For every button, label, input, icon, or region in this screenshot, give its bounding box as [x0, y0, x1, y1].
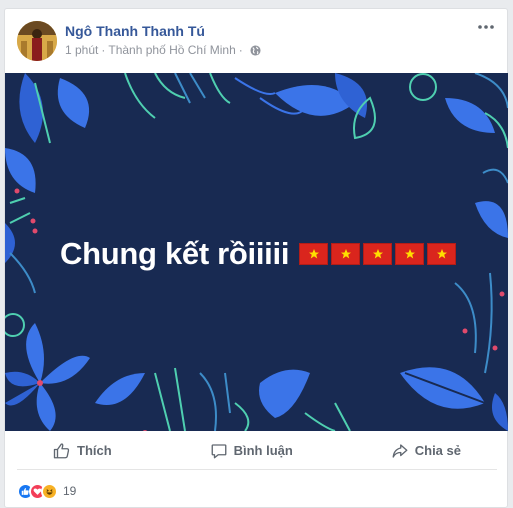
vietnam-flag-icon [395, 243, 425, 265]
reaction-count[interactable]: 19 [63, 484, 76, 498]
post-time[interactable]: 1 phút [65, 43, 98, 57]
post-header: Ngô Thanh Thanh Tú 1 phút · Thành phố Hồ… [5, 9, 507, 73]
post-meta: 1 phút · Thành phố Hồ Chí Minh · [65, 43, 261, 57]
comment-icon [211, 443, 227, 458]
vietnam-flag-icon [299, 243, 329, 265]
globe-icon[interactable] [250, 44, 261, 56]
thumbs-up-icon [53, 442, 70, 458]
vietnam-flag-icon [427, 243, 457, 265]
like-label: Thích [77, 443, 112, 458]
share-icon [392, 443, 408, 458]
share-label: Chia sẻ [414, 443, 461, 458]
reactions-summary[interactable]: 19 [17, 481, 76, 501]
banner-headline: Chung kết rồiiiii [60, 236, 459, 272]
share-button[interactable]: Chia sẻ [355, 435, 497, 467]
comment-button[interactable]: Bình luận [174, 435, 329, 467]
author-avatar[interactable] [17, 21, 57, 61]
banner-text: Chung kết rồiiiii [60, 236, 290, 271]
post-card: Ngô Thanh Thanh Tú 1 phút · Thành phố Hồ… [4, 8, 508, 508]
author-name[interactable]: Ngô Thanh Thanh Tú [65, 23, 205, 39]
meta-separator-2: · [238, 43, 243, 57]
post-location[interactable]: Thành phố Hồ Chí Minh [108, 43, 235, 57]
haha-icon [41, 482, 58, 500]
vietnam-flag-icon [331, 243, 361, 265]
vietnam-flags [299, 243, 459, 265]
more-options-icon[interactable] [475, 19, 497, 35]
like-button[interactable]: Thích [17, 435, 148, 467]
post-actions: Thích Bình luận Chia sẻ [17, 432, 497, 470]
vietnam-flag-icon [363, 243, 393, 265]
meta-separator: · [101, 43, 106, 57]
comment-label: Bình luận [233, 443, 293, 458]
post-background-banner: Chung kết rồiiiii [5, 73, 508, 431]
